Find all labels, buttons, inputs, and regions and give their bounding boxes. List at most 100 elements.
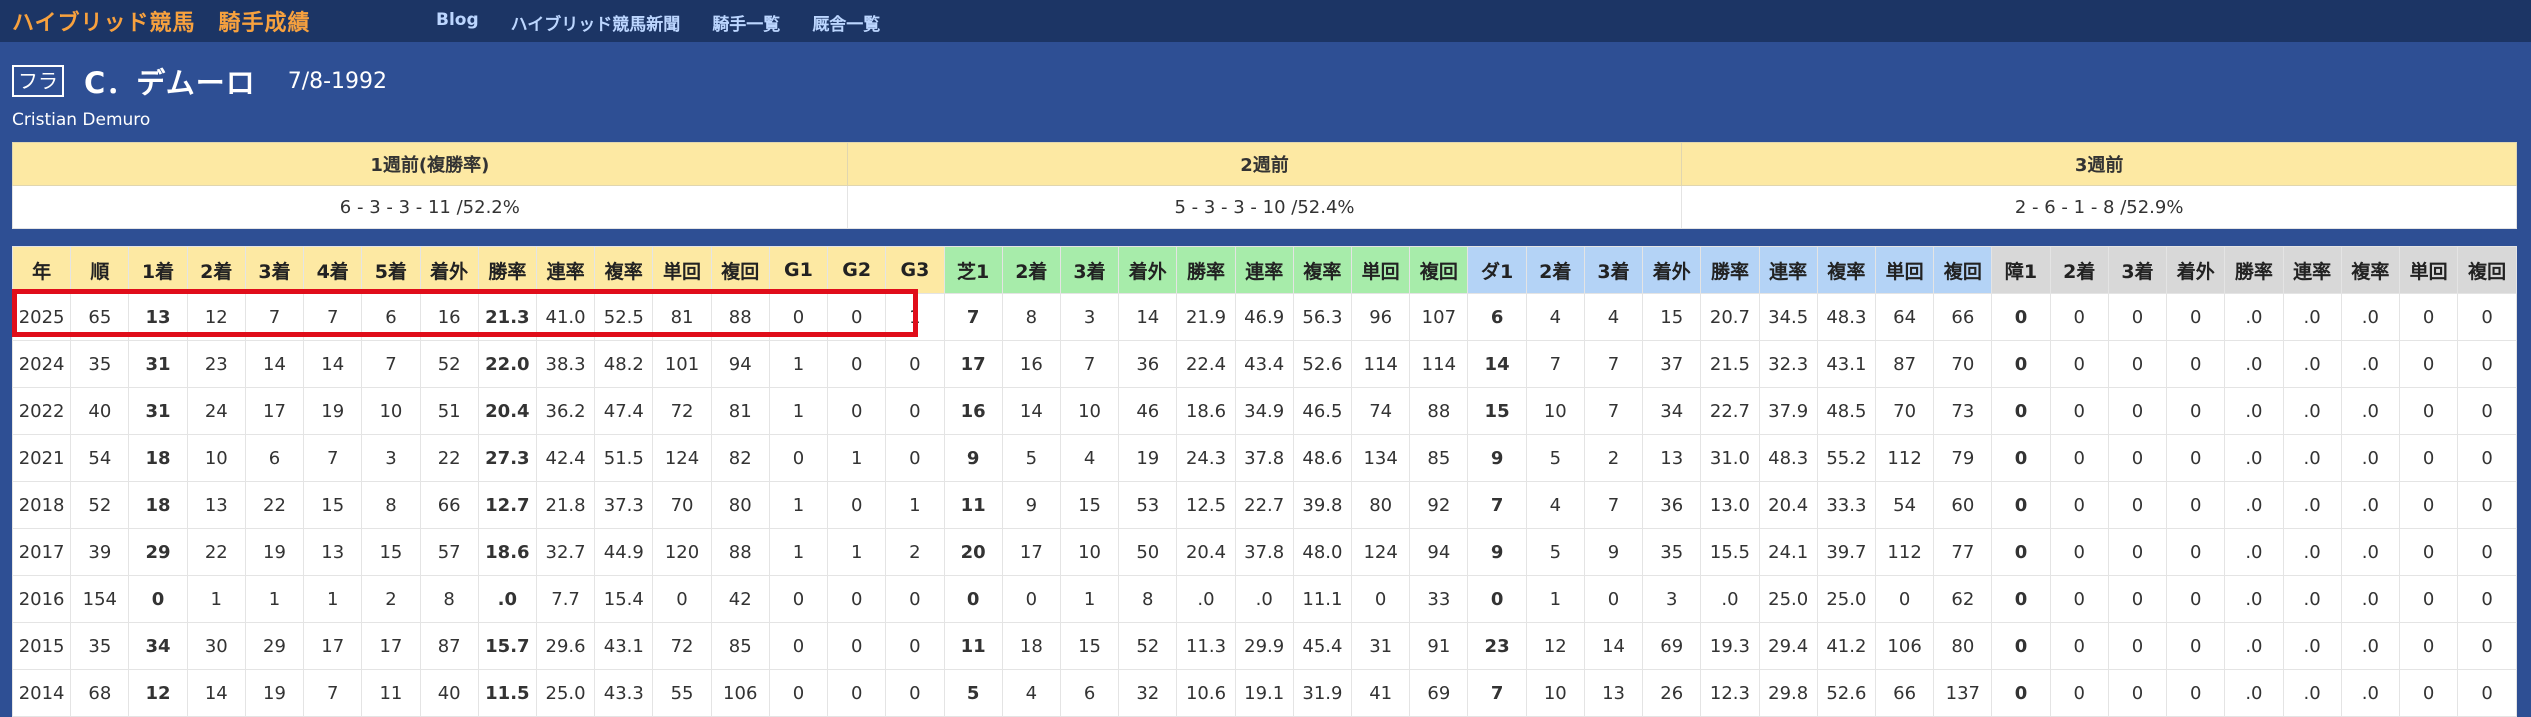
stat-cell: 1 [768, 387, 829, 435]
stat-cell: 1 [186, 575, 246, 623]
stats-col-header: 障1 [1991, 246, 2051, 294]
stat-cell: 0 [1991, 387, 2051, 435]
stat-cell: 50 [1118, 528, 1178, 576]
stat-cell: 6 [1467, 293, 1527, 341]
stats-col-header: 複率 [594, 246, 654, 294]
stat-cell: 37.9 [1758, 387, 1818, 435]
year-cell: 2015 [11, 622, 72, 670]
recent-weeks-header-row: 1週前(複勝率) 2週前 3週前 [12, 142, 2517, 186]
stat-cell: 96 [1351, 293, 1411, 341]
stat-cell: 18.6 [477, 528, 537, 576]
stat-cell: 10.6 [1176, 669, 1236, 717]
week1-header: 1週前(複勝率) [12, 142, 848, 186]
stat-cell: .0 [2340, 481, 2400, 529]
stat-cell: 106 [710, 669, 770, 717]
stat-cell: 0 [2398, 575, 2459, 623]
stat-cell: 36.2 [535, 387, 596, 435]
stats-col-header: 3着 [244, 246, 305, 294]
stat-cell: 7 [1583, 481, 1644, 529]
stat-cell: 10 [186, 434, 246, 482]
stat-cell: 14 [303, 340, 363, 388]
stat-cell: 52.5 [594, 293, 654, 341]
stat-cell: 0 [652, 575, 712, 623]
stat-cell: .0 [2340, 293, 2400, 341]
stat-cell: 82 [710, 434, 770, 482]
week2-header: 2週前 [846, 142, 1683, 186]
recent-weeks-table: 1週前(複勝率) 2週前 3週前 6 - 3 - 3 - 11 /52.2% 5… [12, 142, 2517, 229]
stat-cell: 29.8 [1758, 669, 1818, 717]
stat-cell: 1 [768, 340, 829, 388]
stat-cell: .0 [2282, 669, 2342, 717]
stat-cell: 12.5 [1176, 481, 1236, 529]
stats-col-header: 着外 [1642, 246, 1702, 294]
nav-link-blog[interactable]: Blog [436, 10, 479, 35]
stat-cell: 0 [1991, 293, 2051, 341]
week3-value: 2 - 6 - 1 - 8 /52.9% [1681, 185, 2517, 229]
stat-cell: 10 [361, 387, 421, 435]
stat-cell: 21.3 [477, 293, 537, 341]
stat-cell: 31 [128, 340, 188, 388]
nav-link-newspaper[interactable]: ハイブリッド競馬新聞 [511, 10, 681, 35]
nav-link-jockey-list[interactable]: 騎手一覧 [712, 10, 780, 35]
stat-cell: 18.6 [1176, 387, 1236, 435]
stat-cell: 34.5 [1758, 293, 1818, 341]
stats-col-header: G2 [827, 246, 887, 294]
stat-cell: 7 [244, 293, 305, 341]
stat-cell: 36 [1118, 340, 1178, 388]
stat-cell: 31.0 [1700, 434, 1760, 482]
stat-cell: 85 [1409, 434, 1469, 482]
stat-cell: 8 [1001, 293, 1061, 341]
stat-cell: 0 [768, 622, 829, 670]
stats-col-header: 着外 [2166, 246, 2226, 294]
stat-cell: 7 [1583, 340, 1644, 388]
stat-cell: 35 [70, 622, 130, 670]
stat-cell: 0 [2049, 622, 2109, 670]
stat-cell: 13 [186, 481, 246, 529]
stat-cell: 0 [2107, 669, 2168, 717]
stat-cell: 39 [70, 528, 130, 576]
stat-cell: 0 [2398, 481, 2459, 529]
stat-cell: 0 [2457, 622, 2517, 670]
stat-cell: 7 [303, 293, 363, 341]
stat-cell: 0 [2049, 340, 2109, 388]
yearly-stats-table: 年順 1着 2着 3着 4着 5着 着外 勝率 連率 複率 単回 複回 G1 G2 G3 芝1 2着 3着 着外 勝率… [11, 246, 2517, 717]
table-row: 2017 39 29 22 19 13 15 57 18.6 32.7 44.9 120 88 1 1 2 20… [11, 528, 2517, 576]
site-title[interactable]: ハイブリッド競馬 騎手成績 [12, 5, 311, 37]
stat-cell: 5 [1525, 528, 1585, 576]
stat-cell: 0 [1991, 669, 2051, 717]
stat-cell: 12.7 [477, 481, 537, 529]
stat-cell: 48.0 [1292, 528, 1353, 576]
stats-col-header: 3着 [2107, 246, 2168, 294]
stat-cell: 2 [361, 575, 421, 623]
stat-cell: 11 [943, 622, 1003, 670]
stat-cell: 29 [244, 622, 305, 670]
stat-cell: 1 [885, 293, 945, 341]
stat-cell: 7 [1583, 387, 1644, 435]
stat-cell: 22.4 [1176, 340, 1236, 388]
stat-cell: 0 [768, 434, 829, 482]
stats-col-header: 3着 [1583, 246, 1644, 294]
stat-cell: 0 [2049, 434, 2109, 482]
stat-cell: 16 [943, 387, 1003, 435]
stat-cell: 11.3 [1176, 622, 1236, 670]
stat-cell: 0 [885, 340, 945, 388]
stat-cell: 22 [244, 481, 305, 529]
stat-cell: .0 [2282, 387, 2342, 435]
stat-cell: 107 [1409, 293, 1469, 341]
stat-cell: 21.5 [1700, 340, 1760, 388]
stat-cell: 3 [1059, 293, 1120, 341]
stats-col-header: 複回 [2457, 246, 2517, 294]
stat-cell: 0 [2398, 669, 2459, 717]
stats-col-header: 4着 [303, 246, 363, 294]
stat-cell: 1 [1059, 575, 1120, 623]
stat-cell: 134 [1351, 434, 1411, 482]
nav-link-stable-list[interactable]: 厩舎一覧 [812, 10, 880, 35]
stats-header-row: 年順 1着 2着 3着 4着 5着 着外 勝率 連率 複率 単回 複回 G1 G2 G3 芝1 2着 3着 着外 勝率… [11, 246, 2517, 294]
stat-cell: 10 [1525, 669, 1585, 717]
stat-cell: 73 [1933, 387, 1993, 435]
stat-cell: 15.5 [1700, 528, 1760, 576]
stat-cell: 15 [1059, 622, 1120, 670]
stats-col-header: 連率 [1234, 246, 1294, 294]
stat-cell: 0 [827, 622, 887, 670]
stats-col-header: 連率 [2282, 246, 2342, 294]
